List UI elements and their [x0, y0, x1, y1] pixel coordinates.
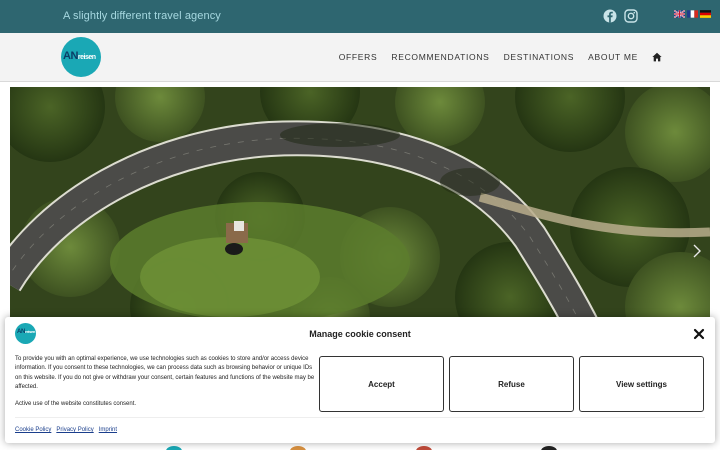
- close-icon[interactable]: [693, 328, 705, 340]
- cookie-description-consent: Active use of the website constitutes co…: [15, 401, 137, 407]
- cookie-links: Cookie Policy Privacy Policy Imprint: [15, 427, 117, 433]
- top-bar: A slightly different travel agency: [0, 0, 720, 33]
- nav-item-about-me[interactable]: ABOUT ME: [588, 52, 638, 62]
- cookie-consent-dialog: ANreisen Manage cookie consent To provid…: [5, 317, 715, 443]
- tagline: A slightly different travel agency: [63, 10, 221, 22]
- home-icon[interactable]: [652, 52, 662, 62]
- hero-slider: [10, 87, 710, 327]
- flag-de-icon[interactable]: [700, 10, 711, 18]
- refuse-button[interactable]: Refuse: [449, 356, 574, 412]
- nav-menu: OFFERS RECOMMENDATIONS DESTINATIONS ABOU…: [339, 52, 662, 62]
- imprint-link[interactable]: Imprint: [99, 427, 117, 433]
- logo-sub: reisen: [77, 54, 96, 61]
- section-peek-3: [416, 446, 432, 450]
- hero-image: [10, 87, 710, 327]
- logo-text: ANreisen: [63, 50, 96, 62]
- cookie-title: Manage cookie consent: [309, 329, 411, 339]
- nav-item-destinations[interactable]: DESTINATIONS: [504, 52, 575, 62]
- section-peek-4: [541, 446, 557, 450]
- chevron-right-icon[interactable]: [692, 243, 702, 259]
- privacy-policy-link[interactable]: Privacy Policy: [56, 427, 93, 433]
- site-logo[interactable]: ANreisen: [61, 37, 101, 77]
- cookie-description: To provide you with an optimal experienc…: [15, 356, 315, 390]
- cookie-divider: [15, 417, 705, 418]
- accept-button[interactable]: Accept: [319, 356, 444, 412]
- nav-item-recommendations[interactable]: RECOMMENDATIONS: [391, 52, 489, 62]
- facebook-icon[interactable]: [603, 9, 617, 23]
- flag-fr-icon[interactable]: [687, 10, 698, 18]
- instagram-icon[interactable]: [624, 9, 638, 23]
- logo-main: AN: [63, 50, 78, 62]
- main-navbar: ANreisen OFFERS RECOMMENDATIONS DESTINAT…: [0, 33, 720, 82]
- flag-uk-icon[interactable]: [674, 10, 685, 18]
- language-switcher: [674, 10, 711, 18]
- section-peek-1: [166, 446, 182, 450]
- section-peek-2: [290, 446, 306, 450]
- cookie-policy-link[interactable]: Cookie Policy: [15, 427, 51, 433]
- nav-item-offers[interactable]: OFFERS: [339, 52, 378, 62]
- view-settings-button[interactable]: View settings: [579, 356, 704, 412]
